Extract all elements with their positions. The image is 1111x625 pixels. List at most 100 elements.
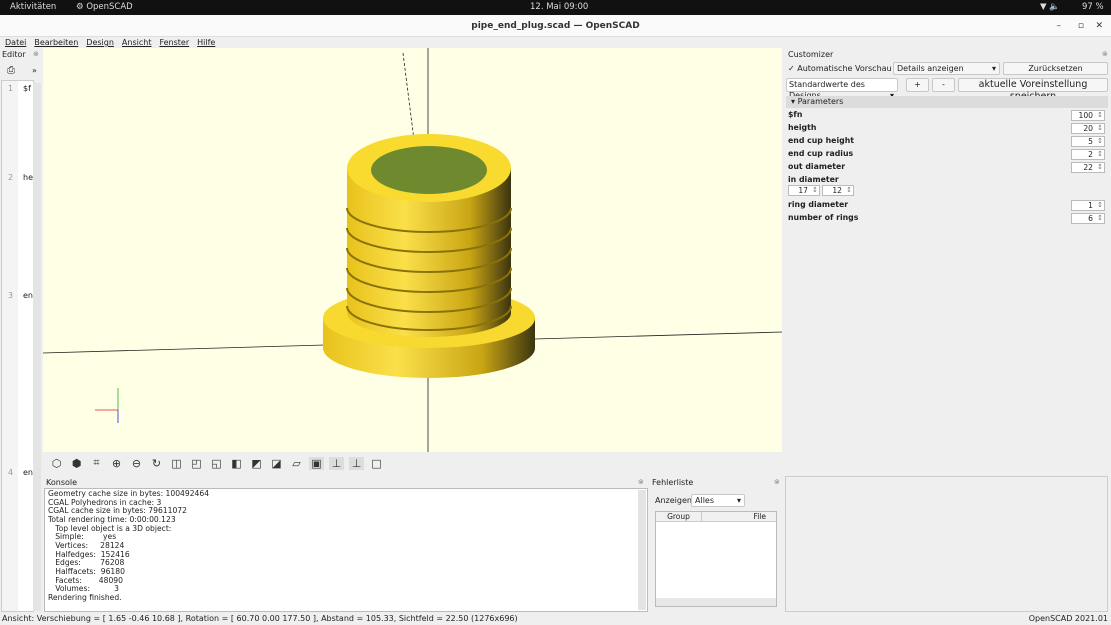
preset-select[interactable]: Standardwerte des Designs▾ xyxy=(786,78,898,92)
param-ring-diameter: ring diameter1 xyxy=(788,199,1106,212)
view-all-icon[interactable]: ⌗ xyxy=(89,456,104,470)
line-number: 4 xyxy=(8,468,13,477)
line-number: 3 xyxy=(8,291,13,300)
horizontal-scrollbar[interactable] xyxy=(656,598,776,606)
param-heigth: heigth20 xyxy=(788,122,1106,135)
more-icon[interactable]: » xyxy=(32,66,37,75)
details-select[interactable]: Details anzeigen▾ xyxy=(893,62,1000,75)
customizer-title: Customizer xyxy=(788,50,833,59)
remove-preset-button[interactable]: - xyxy=(932,78,955,92)
console-line: Vertices: 28124 xyxy=(48,542,644,551)
status-bar: Ansicht: Verschiebung = [ 1.65 -0.46 10.… xyxy=(0,612,1111,625)
render-icon[interactable]: ⬢ xyxy=(69,457,84,470)
fn-spinbox[interactable]: 100 xyxy=(1071,110,1105,121)
console-line: Halffacets: 96180 xyxy=(48,568,644,577)
menu-datei[interactable]: Datei xyxy=(5,37,26,48)
console-line: Edges: 76208 xyxy=(48,559,644,568)
param-in-diameter: in diameter 17 12 xyxy=(788,174,1106,200)
view-front-icon[interactable]: ◩ xyxy=(249,457,264,470)
view-top-icon[interactable]: ◰ xyxy=(189,457,204,470)
battery-level[interactable]: 97 % xyxy=(1082,2,1104,12)
view-status: Ansicht: Verschiebung = [ 1.65 -0.46 10.… xyxy=(2,614,518,623)
show-label: Anzeigen xyxy=(655,496,692,505)
in-diameter-spinbox-2[interactable]: 12 xyxy=(822,185,854,196)
view-bottom-icon[interactable]: ◱ xyxy=(209,457,224,470)
view-back-icon[interactable]: ◪ xyxy=(269,457,284,470)
new-file-icon[interactable]: ⎙ xyxy=(7,65,15,76)
show-axes-icon[interactable]: ⊥ xyxy=(329,457,344,470)
console-line: Rendering finished. xyxy=(48,594,644,603)
error-list-panel: Fehlerliste ⊗ Anzeigen Alles▾ Group File xyxy=(650,476,782,612)
console-title: Konsole xyxy=(46,478,77,487)
minimize-button[interactable]: – xyxy=(1057,15,1062,37)
orthogonal-icon[interactable]: ▣ xyxy=(309,457,324,470)
line-number: 2 xyxy=(8,173,13,182)
app-menu[interactable]: ⚙ OpenSCAD xyxy=(76,2,133,12)
close-window-button[interactable]: ✕ xyxy=(1095,15,1103,37)
in-diameter-spinbox-1[interactable]: 17 xyxy=(788,185,820,196)
system-top-bar: Aktivitäten ⚙ OpenSCAD 12. Mai 09:00 ▼ 🔈… xyxy=(0,0,1111,15)
param-out-diameter: out diameter22 xyxy=(788,161,1106,174)
end-cup-radius-spinbox[interactable]: 2 xyxy=(1071,149,1105,160)
menu-fenster[interactable]: Fenster xyxy=(159,37,189,48)
close-icon[interactable]: ⊗ xyxy=(774,478,780,486)
console-line: Volumes: 3 xyxy=(48,585,644,594)
menu-design[interactable]: Design xyxy=(86,37,114,48)
console-output[interactable]: Geometry cache size in bytes: 100492464C… xyxy=(44,488,648,612)
model-render xyxy=(43,48,782,452)
editor-scrollbar[interactable] xyxy=(33,83,41,611)
console-line: Top level object is a 3D object: xyxy=(48,525,644,534)
console-line: Halfedges: 152416 xyxy=(48,551,644,560)
ring-diameter-spinbox[interactable]: 1 xyxy=(1071,200,1105,211)
bore-hole xyxy=(371,146,487,194)
customizer-panel: Customizer ⊗ ✓ Automatische Vorschau Det… xyxy=(785,48,1111,612)
window-title: pipe_end_plug.scad — OpenSCAD – ▫ ✕ xyxy=(0,15,1111,37)
out-diameter-spinbox[interactable]: 22 xyxy=(1071,162,1105,173)
heigth-spinbox[interactable]: 20 xyxy=(1071,123,1105,134)
axis-marker xyxy=(95,388,118,423)
clock[interactable]: 12. Mai 09:00 xyxy=(530,2,588,12)
menu-hilfe[interactable]: Hilfe xyxy=(197,37,215,48)
close-icon[interactable]: ⊗ xyxy=(1102,50,1108,58)
close-icon[interactable]: ⊗ xyxy=(638,478,644,486)
reset-button[interactable]: Zurücksetzen xyxy=(1003,62,1108,75)
maximize-button[interactable]: ▫ xyxy=(1078,15,1084,37)
menu-bar: Datei Bearbeiten Design Ansicht Fenster … xyxy=(0,37,1111,48)
perspective-icon[interactable]: ▱ xyxy=(289,457,304,470)
show-filter-select[interactable]: Alles▾ xyxy=(691,494,745,507)
console-line: Facets: 48090 xyxy=(48,577,644,586)
view-right-icon[interactable]: ◫ xyxy=(169,457,184,470)
menu-bearbeiten[interactable]: Bearbeiten xyxy=(34,37,78,48)
code-line: $f xyxy=(23,84,31,93)
param-end-cup-height: end cup height5 xyxy=(788,135,1106,148)
wifi-icon[interactable]: ▼ 🔈 xyxy=(1040,2,1060,12)
auto-preview-checkbox[interactable]: ✓ Automatische Vorschau xyxy=(788,64,892,73)
code-line: he xyxy=(23,173,33,182)
save-preset-button[interactable]: aktuelle Voreinstellung speichern xyxy=(958,78,1108,92)
line-number: 1 xyxy=(8,84,13,93)
number-of-rings-spinbox[interactable]: 6 xyxy=(1071,213,1105,224)
editor-title: Editor xyxy=(2,50,26,59)
reset-view-icon[interactable]: ↻ xyxy=(149,457,164,470)
add-preset-button[interactable]: + xyxy=(906,78,929,92)
console-panel: Konsole ⊗ Geometry cache size in bytes: … xyxy=(43,476,649,612)
customizer-empty-area xyxy=(785,476,1108,612)
code-line: en xyxy=(23,291,33,300)
close-icon[interactable]: ⊗ xyxy=(33,50,39,58)
end-cup-height-spinbox[interactable]: 5 xyxy=(1071,136,1105,147)
console-scrollbar[interactable] xyxy=(638,490,646,610)
zoom-in-icon[interactable]: ⊕ xyxy=(109,457,124,470)
editor-panel: Editor ⊗ ⎙ » 1$f 2he 3en 4en xyxy=(0,48,43,612)
activities-button[interactable]: Aktivitäten xyxy=(10,2,56,12)
show-edges-icon[interactable]: □ xyxy=(369,457,384,470)
menu-ansicht[interactable]: Ansicht xyxy=(122,37,152,48)
show-scale-icon[interactable]: ⊥ xyxy=(349,457,364,470)
column-group[interactable]: Group xyxy=(656,512,702,521)
preview-icon[interactable]: ⬡ xyxy=(49,457,64,470)
parameters-section-header[interactable]: ▾ Parameters xyxy=(786,96,1108,108)
zoom-out-icon[interactable]: ⊖ xyxy=(129,457,144,470)
3d-viewport[interactable] xyxy=(43,48,782,452)
view-left-icon[interactable]: ◧ xyxy=(229,457,244,470)
column-file[interactable]: File xyxy=(702,512,776,521)
code-editor[interactable]: 1$f 2he 3en 4en xyxy=(1,80,34,612)
